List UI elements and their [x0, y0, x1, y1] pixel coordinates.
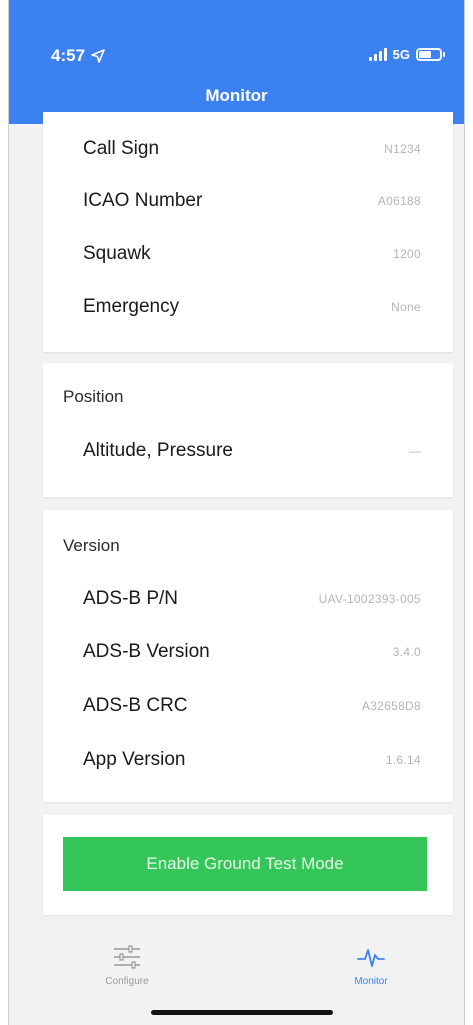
location-arrow-icon [91, 49, 105, 63]
status-time: 4:57 [51, 46, 105, 66]
row-value: None [391, 300, 421, 314]
enable-ground-test-mode-button[interactable]: Enable Ground Test Mode [63, 837, 427, 891]
identification-card: Call Sign N1234 ICAO Number A06188 Squaw… [43, 112, 453, 352]
tab-monitor[interactable]: Monitor [311, 944, 431, 987]
row-label: Emergency [83, 296, 180, 317]
signal-strength-icon [368, 48, 387, 61]
row-label: Squawk [83, 243, 151, 264]
row-label: ICAO Number [83, 190, 203, 211]
home-indicator [151, 1010, 333, 1015]
row-squawk: Squawk 1200 [83, 234, 421, 274]
row-label: ADS-B P/N [83, 588, 179, 609]
position-card: Position Altitude, Pressure — [43, 363, 453, 497]
pulse-icon [357, 949, 385, 967]
sliders-icon [114, 945, 140, 969]
section-title-position: Position [63, 387, 124, 406]
page-title: Monitor [205, 86, 268, 105]
tab-configure[interactable]: Configure [67, 944, 187, 987]
row-label: ADS-B Version [83, 641, 210, 662]
row-value: A06188 [377, 194, 421, 208]
row-adsb-pn: ADS-B P/N UAV-1002393-005 [83, 579, 421, 619]
row-call-sign: Call Sign N1234 [83, 129, 421, 169]
section-title-version: Version [63, 536, 120, 555]
row-value: N1234 [384, 142, 421, 156]
battery-icon [416, 48, 445, 61]
row-value: 1200 [393, 247, 421, 261]
row-icao-number: ICAO Number A06188 [83, 181, 421, 221]
row-adsb-crc: ADS-B CRC A32658D8 [83, 686, 421, 726]
tab-configure-label: Configure [105, 976, 149, 987]
status-time-text: 4:57 [51, 46, 86, 65]
row-value: UAV-1002393-005 [318, 592, 421, 606]
row-value: 3.4.0 [392, 645, 421, 659]
network-type: 5G [392, 47, 410, 62]
row-label: Call Sign [83, 138, 160, 159]
row-label: ADS-B CRC [83, 695, 188, 716]
version-card: Version ADS-B P/N UAV-1002393-005 ADS-B … [43, 510, 453, 802]
row-label: Altitude, Pressure [83, 440, 233, 461]
tab-monitor-label: Monitor [354, 976, 388, 987]
row-label: App Version [83, 749, 186, 770]
ground-test-card: Enable Ground Test Mode [43, 815, 453, 915]
app-screen: 4:57 5G Monitor Call Sign N1234 ICAO Num… [8, 0, 465, 1025]
nav-header: 4:57 5G Monitor [9, 0, 464, 124]
row-value: — [408, 444, 421, 458]
row-adsb-version: ADS-B Version 3.4.0 [83, 632, 421, 672]
row-value: A32658D8 [361, 699, 421, 713]
status-indicators: 5G [368, 47, 445, 62]
row-emergency: Emergency None [83, 287, 421, 327]
row-app-version: App Version 1.6.14 [83, 740, 421, 780]
row-value: 1.6.14 [385, 753, 421, 767]
row-altitude-pressure: Altitude, Pressure — [83, 431, 421, 471]
